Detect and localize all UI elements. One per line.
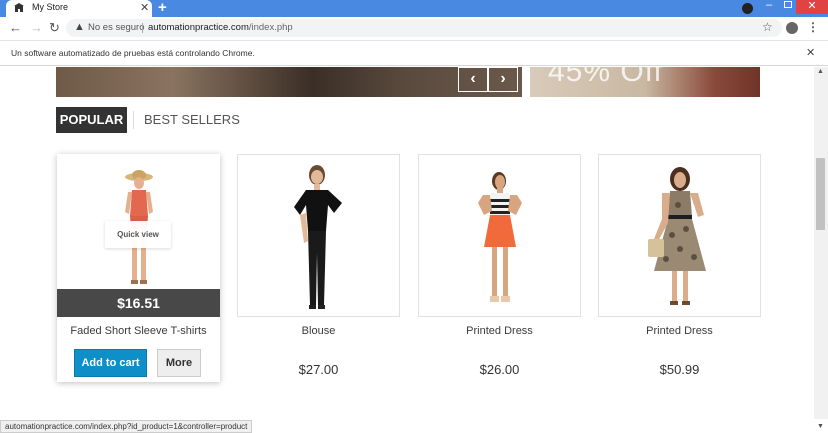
menu-icon[interactable]: ⋮: [807, 20, 819, 34]
tab-popular[interactable]: POPULAR: [56, 107, 127, 133]
omnibox-separator: [142, 23, 143, 33]
more-button[interactable]: More: [157, 349, 201, 377]
product-name[interactable]: Printed Dress: [418, 325, 581, 337]
product-card[interactable]: Blouse $27.00: [237, 154, 400, 377]
status-bar-url: automationpractice.com/index.php?id_prod…: [0, 420, 253, 433]
browser-toolbar: ← → ↻ ▲ No es seguro automationpractice.…: [0, 17, 828, 39]
maximize-icon[interactable]: [784, 1, 792, 8]
browser-tab[interactable]: My Store ✕: [6, 0, 152, 17]
reload-icon[interactable]: ↻: [49, 20, 60, 36]
product-price-overlay: $16.51: [57, 289, 220, 317]
product-photo: [647, 167, 706, 305]
promo-banner[interactable]: 45% Off: [530, 67, 760, 97]
address-bar[interactable]: ▲ No es seguro automationpractice.com/in…: [66, 19, 782, 37]
page-viewport: ‹ › 45% Off POPULAR BEST SELLERS Quick v…: [0, 67, 814, 419]
store-favicon-icon: [14, 3, 24, 12]
tab-title: My Store: [32, 2, 69, 12]
minimize-icon[interactable]: –: [766, 0, 772, 11]
product-price: $26.00: [479, 362, 520, 377]
url-domain: automationpractice.com: [148, 22, 249, 33]
forward-arrow-icon[interactable]: →: [30, 20, 43, 35]
star-icon[interactable]: ☆: [762, 20, 773, 34]
automation-infobar: Un software automatizado de pruebas está…: [0, 40, 828, 66]
product-card[interactable]: Printed Dress $26.00: [418, 154, 581, 377]
add-to-cart-button[interactable]: Add to cart: [74, 349, 147, 377]
tab-divider: [133, 111, 134, 129]
chevron-left-icon[interactable]: ‹: [458, 67, 488, 92]
warning-icon: ▲: [74, 21, 85, 33]
product-image[interactable]: [598, 154, 761, 317]
scroll-up-icon[interactable]: ▲: [817, 68, 824, 75]
product-card[interactable]: Quick view $16.51 Faded Short Sleeve T-s…: [57, 154, 220, 382]
url-path: /index.php: [248, 22, 293, 33]
tab-close-icon[interactable]: ✕: [140, 1, 149, 14]
scrollbar-thumb[interactable]: [816, 158, 825, 230]
account-icon[interactable]: [786, 22, 798, 34]
profile-icon[interactable]: [742, 3, 753, 14]
browser-titlebar: My Store ✕ + – ✕: [0, 0, 828, 17]
new-tab-button[interactable]: +: [158, 0, 167, 16]
promo-banner-art: 45% Off: [548, 67, 663, 88]
product-name[interactable]: Faded Short Sleeve T-shirts: [57, 325, 220, 337]
product-image[interactable]: Quick view $16.51: [57, 154, 220, 317]
window-close-icon[interactable]: ✕: [796, 0, 828, 14]
back-arrow-icon[interactable]: ←: [9, 20, 22, 35]
product-name[interactable]: Printed Dress: [598, 325, 761, 337]
quick-view-button[interactable]: Quick view: [105, 221, 171, 248]
product-name[interactable]: Blouse: [237, 325, 400, 337]
infobar-message: Un software automatizado de pruebas está…: [11, 48, 255, 58]
product-photo: [477, 172, 522, 302]
infobar-close-icon[interactable]: ✕: [806, 46, 815, 59]
page-scrollbar[interactable]: ▲ ▼: [814, 67, 828, 430]
security-label[interactable]: No es seguro: [88, 22, 145, 33]
product-image[interactable]: [418, 154, 581, 317]
chevron-right-icon[interactable]: ›: [488, 67, 518, 92]
product-card[interactable]: Printed Dress $50.99: [598, 154, 761, 377]
product-price: $27.00: [298, 362, 339, 377]
product-photo: [293, 165, 342, 309]
url-text[interactable]: automationpractice.com/index.php: [148, 22, 293, 33]
product-price: $50.99: [659, 362, 700, 377]
tab-best-sellers[interactable]: BEST SELLERS: [144, 112, 240, 127]
scroll-down-icon[interactable]: ▼: [817, 423, 824, 430]
slider-banner: ‹ ›: [56, 67, 522, 97]
product-image[interactable]: [237, 154, 400, 317]
